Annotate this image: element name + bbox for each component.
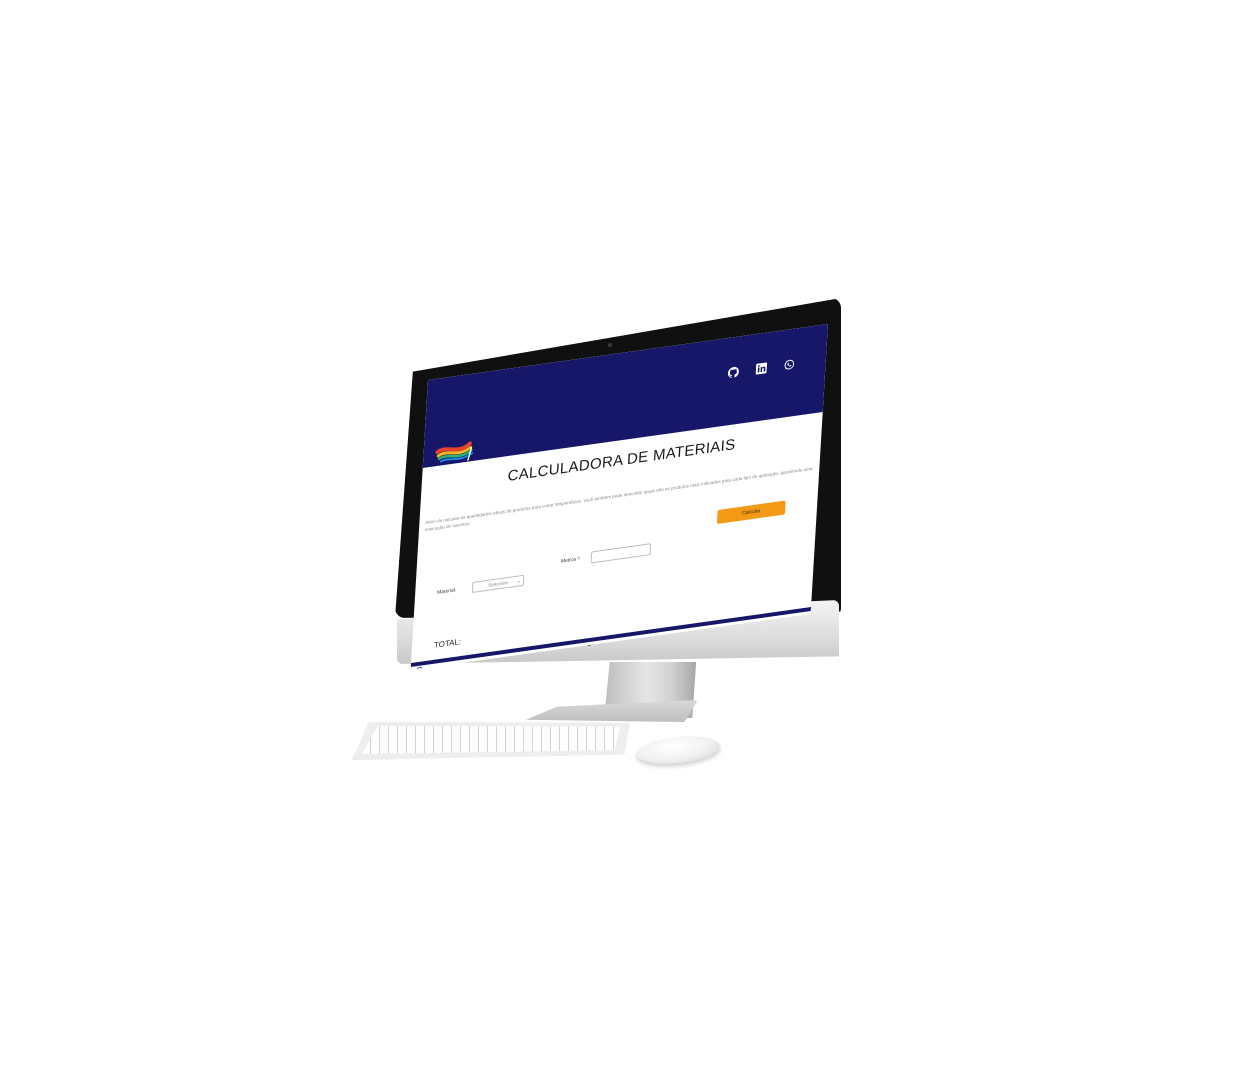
material-select-value: Selecione: [488, 579, 509, 588]
keyboard-keys: [362, 726, 620, 754]
github-icon[interactable]: [725, 364, 740, 380]
total-label: TOTAL:: [433, 637, 462, 650]
brand-logo-icon: [435, 441, 474, 463]
material-select[interactable]: Selecione ⌄: [471, 574, 525, 594]
calculate-button[interactable]: Calcular: [716, 500, 786, 524]
chevron-down-icon: ⌄: [516, 578, 522, 585]
website-screen: CALCULADORA DE MATERIAIS Além de calcula…: [410, 324, 828, 670]
desktop-mockup-scene: CALCULADORA DE MATERIAIS Além de calcula…: [0, 0, 1234, 1080]
whatsapp-icon[interactable]: [781, 356, 796, 372]
linkedin-icon[interactable]: [753, 360, 768, 376]
material-label: Material:: [436, 587, 457, 596]
info-icon: [416, 666, 423, 670]
camera-icon: [608, 343, 612, 347]
meters-input[interactable]: [590, 543, 652, 564]
magic-mouse: [634, 732, 722, 768]
meters-label: Metros ²:: [560, 555, 581, 565]
